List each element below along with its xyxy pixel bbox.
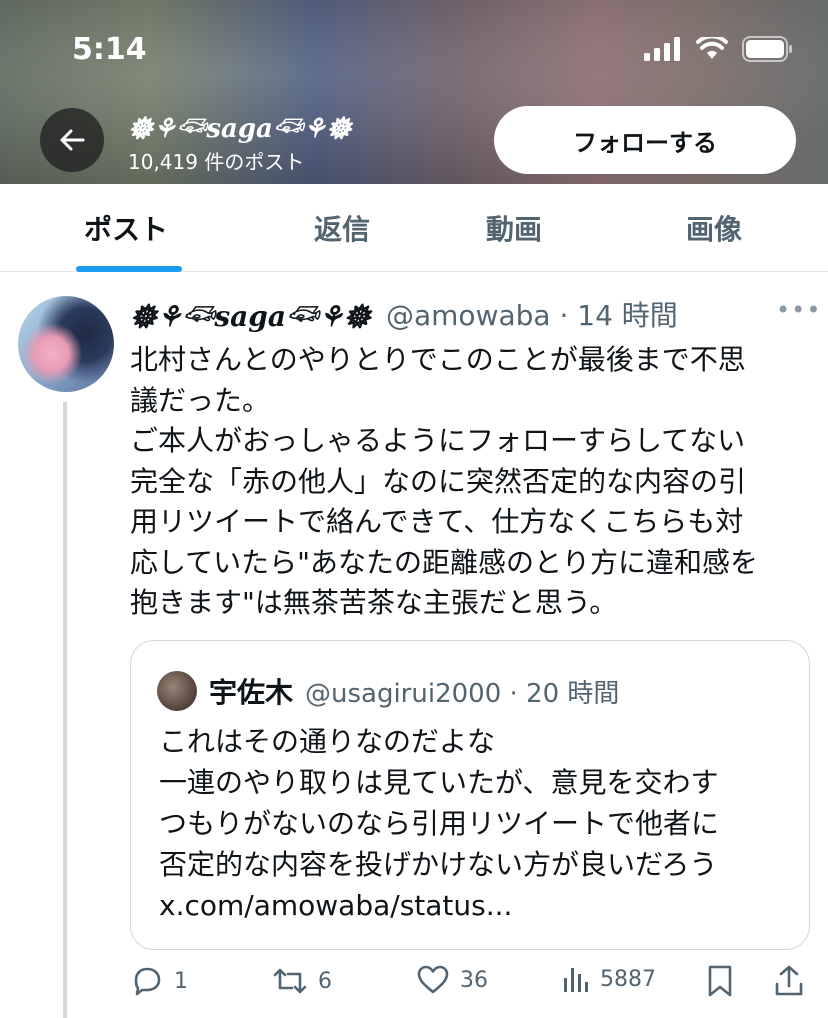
tab-posts[interactable]: ポスト bbox=[84, 208, 168, 248]
reply-count: 1 bbox=[174, 968, 188, 994]
follow-button[interactable]: フォローする bbox=[494, 106, 796, 174]
bookmark-icon bbox=[708, 965, 732, 997]
views-icon bbox=[564, 968, 588, 992]
quote-handle-time: @usagirui2000 · 20 時間 bbox=[305, 679, 620, 709]
views-button[interactable]: 5887 bbox=[562, 964, 656, 994]
quote-author-name: 宇佐木 bbox=[209, 676, 294, 709]
profile-header: 5:14 𖣔⚘𓆛saga𓆛⚘𖣔 10,419 件のポスト フォローする bbox=[0, 0, 828, 184]
active-tab-indicator bbox=[76, 266, 182, 272]
thread-line bbox=[63, 402, 67, 1018]
retweet-icon bbox=[273, 968, 307, 994]
status-time: 5:14 bbox=[72, 32, 147, 67]
avatar[interactable] bbox=[18, 296, 114, 392]
retweet-count: 6 bbox=[318, 968, 332, 994]
view-count: 5887 bbox=[600, 966, 656, 992]
profile-tabs: ポスト 返信 動画 画像 bbox=[0, 184, 828, 272]
wifi-icon bbox=[696, 37, 728, 59]
reply-button[interactable]: 1 bbox=[130, 964, 188, 998]
back-arrow-icon bbox=[60, 129, 85, 151]
reply-icon bbox=[134, 967, 161, 996]
profile-name: 𖣔⚘𓆛saga𓆛⚘𖣔 bbox=[128, 114, 352, 144]
tweet-author-name[interactable]: 𖣔⚘𓆛saga𓆛⚘𖣔 bbox=[130, 290, 370, 336]
quote-text: これはその通りなのだよな 一連のやり取りは見ていたが、意見を交わす つもりがない… bbox=[159, 725, 720, 922]
tweet-handle-time: @amowaba · 14 時間 bbox=[386, 299, 678, 332]
battery-icon bbox=[742, 36, 792, 62]
retweet-button[interactable]: 6 bbox=[272, 964, 332, 998]
more-options-icon[interactable]: ••• bbox=[776, 296, 821, 324]
quoted-tweet[interactable]: 宇佐木 @usagirui2000 · 20 時間 これはその通りなのだよな 一… bbox=[130, 640, 810, 950]
heart-icon bbox=[417, 965, 449, 994]
tweet-actions: 1 6 36 5887 bbox=[130, 964, 810, 1008]
back-button[interactable] bbox=[40, 108, 104, 172]
share-button[interactable] bbox=[774, 964, 804, 998]
quote-avatar bbox=[157, 671, 197, 711]
tweet-text: 北村さんとのやりとりでこのことが最後まで不思 議だった。 ご本人がおっしゃるよう… bbox=[130, 343, 759, 619]
tab-replies[interactable]: 返信 bbox=[314, 208, 370, 248]
like-count: 36 bbox=[460, 967, 488, 993]
post-count: 10,419 件のポスト bbox=[128, 150, 305, 174]
status-icons bbox=[644, 36, 794, 62]
signal-icon bbox=[644, 37, 680, 61]
like-button[interactable]: 36 bbox=[416, 964, 488, 996]
tab-images[interactable]: 画像 bbox=[686, 208, 742, 248]
tab-videos[interactable]: 動画 bbox=[486, 208, 542, 248]
bookmark-button[interactable] bbox=[706, 964, 734, 998]
share-icon bbox=[775, 965, 803, 996]
